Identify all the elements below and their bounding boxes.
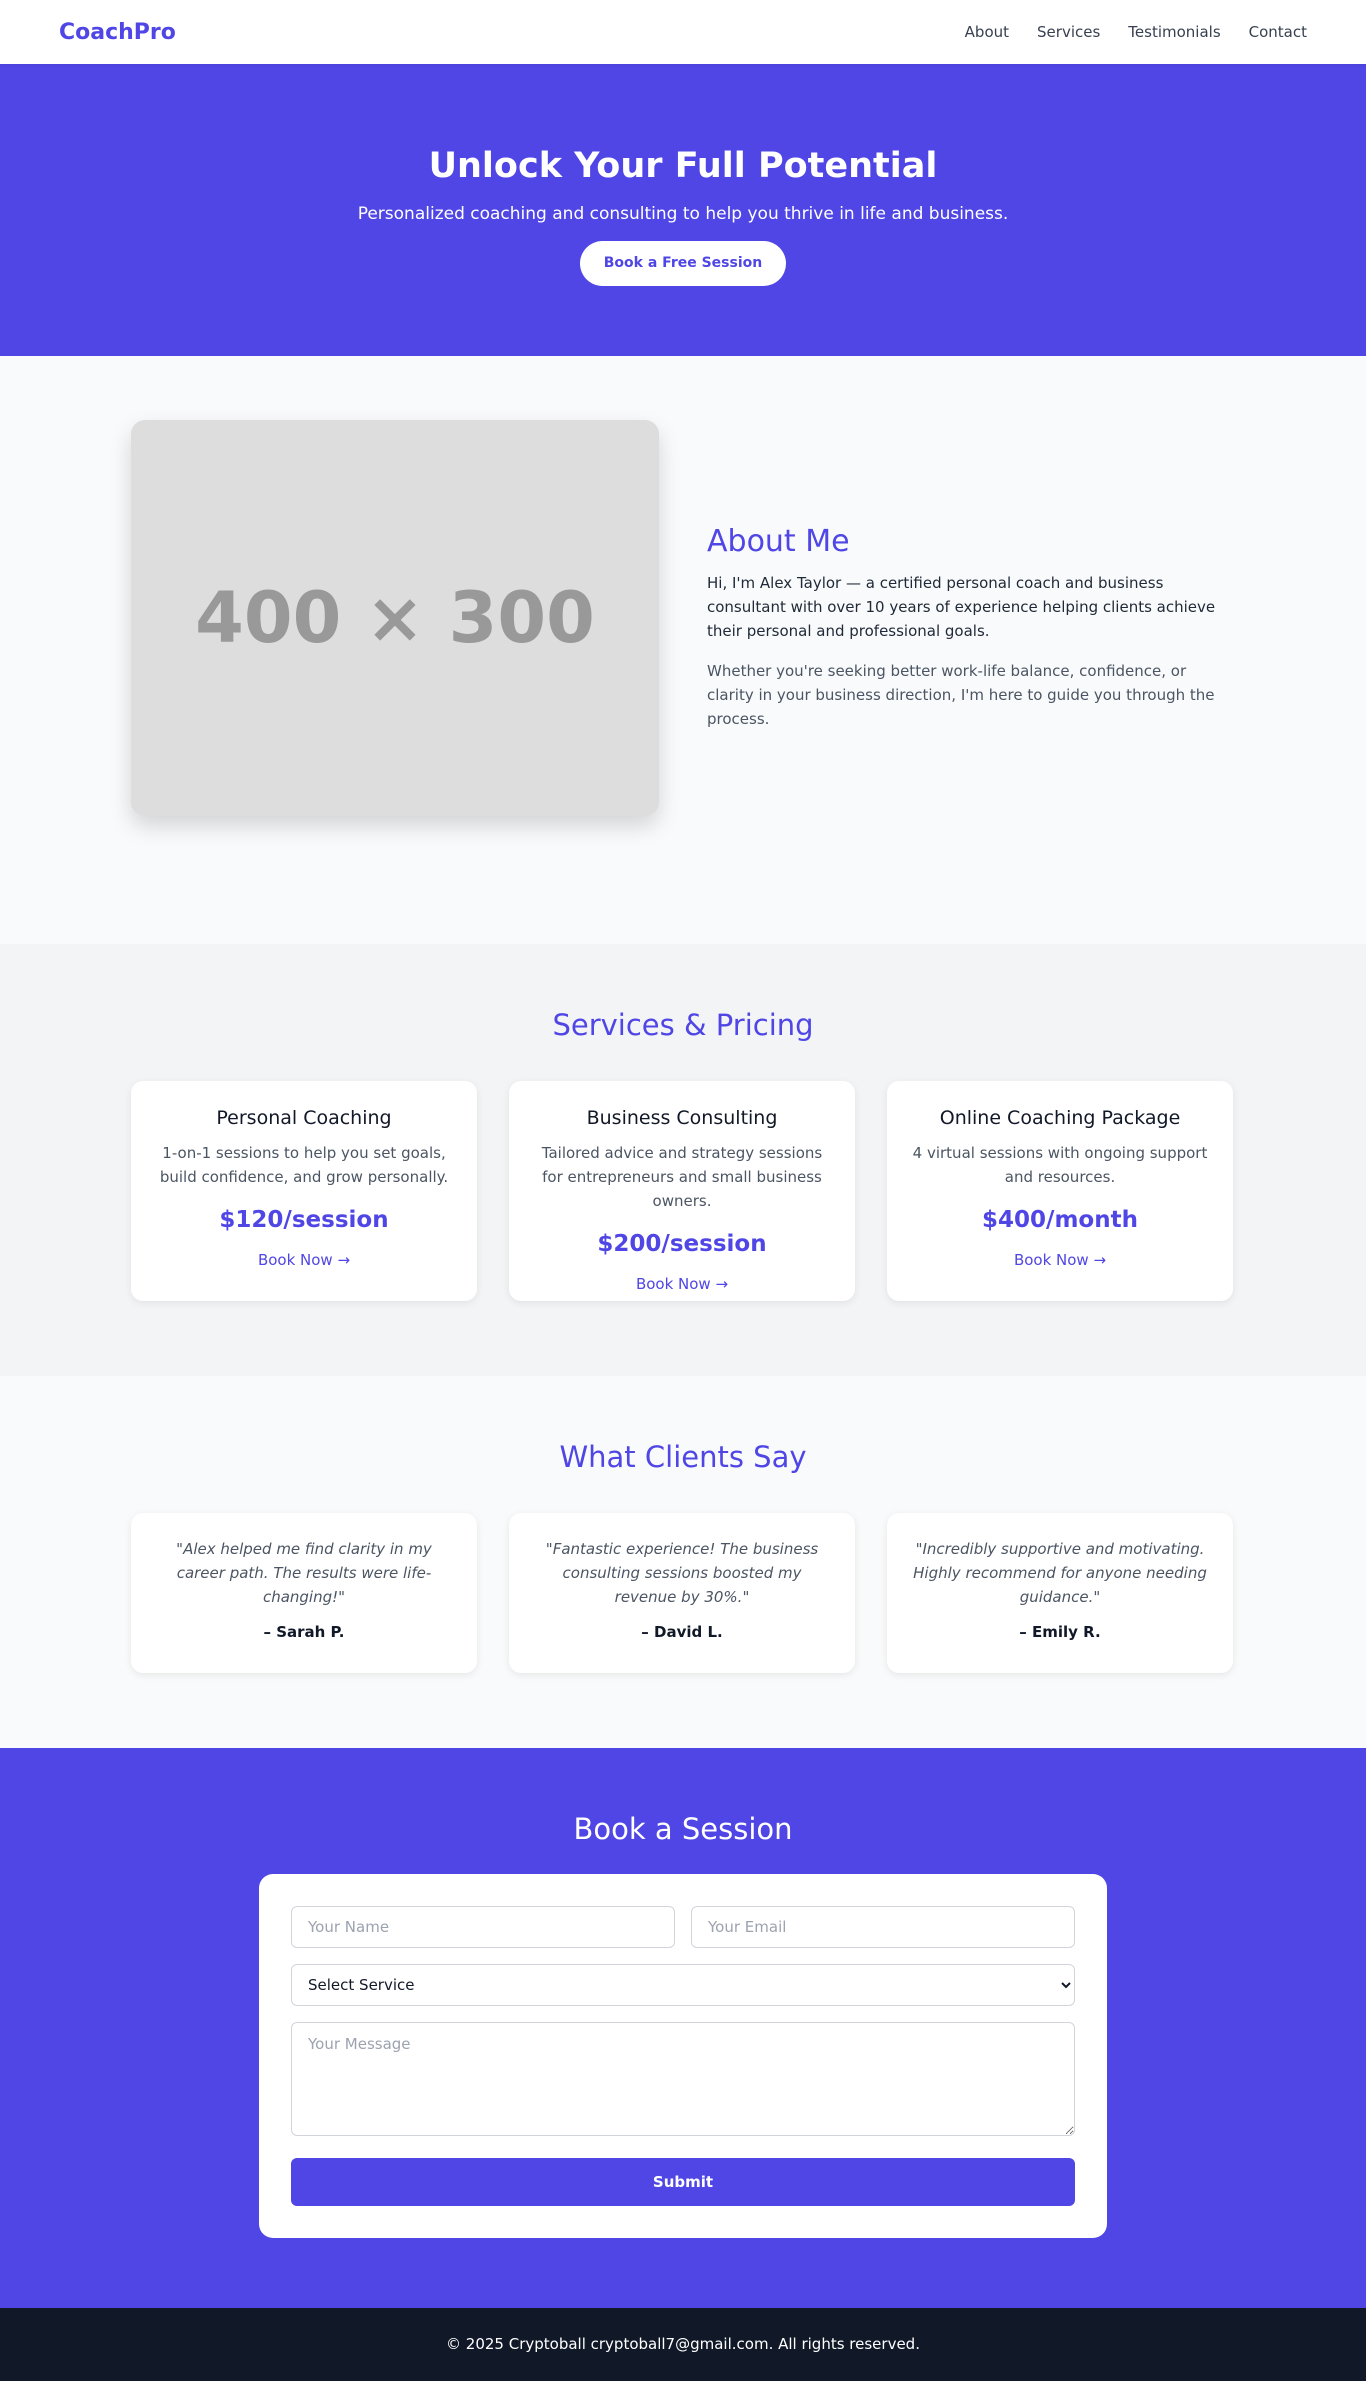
service-price: $400/month [982,1207,1138,1233]
book-now-link[interactable]: Book Now → [911,1251,1209,1269]
services-cards: Personal Coaching 1-on-1 sessions to hel… [131,1081,1235,1301]
about-section: 400 × 300 About Me Hi, I'm Alex Taylor —… [0,356,1366,944]
hero-section: Unlock Your Full Potential Personalized … [0,64,1366,356]
top-nav: CoachPro About Services Testimonials Con… [0,0,1366,64]
submit-button[interactable]: Submit [291,2158,1075,2206]
testimonial-quote: "Incredibly supportive and motivating. H… [913,1540,1207,1606]
testimonials-title: What Clients Say [559,1440,807,1474]
testimonial-card: "Incredibly supportive and motivating. H… [887,1513,1233,1673]
service-description: 4 virtual sessions with ongoing support … [912,1144,1208,1186]
site-footer: © 2025 Cryptoball cryptoball7@gmail.com.… [0,2308,1366,2381]
hero-title: Unlock Your Full Potential [428,146,938,186]
name-input[interactable] [291,1906,675,1948]
nav-link-contact[interactable]: Contact [1249,23,1307,41]
testimonial-card: "Fantastic experience! The business cons… [509,1513,855,1673]
about-text: About Me Hi, I'm Alex Taylor — a certifi… [707,524,1237,731]
testimonial-author: – Emily R. [1019,1623,1101,1641]
testimonial-author: – Sarah P. [263,1623,345,1641]
service-description: 1-on-1 sessions to help you set goals, b… [159,1144,449,1186]
booking-form: Select Service Submit [259,1874,1107,2238]
testimonials-section: What Clients Say "Alex helped me find cl… [0,1376,1366,1748]
service-select[interactable]: Select Service [291,1964,1075,2006]
service-price: $200/session [597,1231,767,1257]
testimonial-quote: "Alex helped me find clarity in my caree… [176,1540,432,1606]
email-input[interactable] [691,1906,1075,1948]
nav-link-testimonials[interactable]: Testimonials [1128,23,1220,41]
book-now-link[interactable]: Book Now → [155,1251,453,1269]
testimonial-cards: "Alex helped me find clarity in my caree… [131,1513,1235,1673]
name-email-row [291,1906,1075,1948]
nav-link-about[interactable]: About [965,23,1009,41]
booking-section: Book a Session Select Service Submit [0,1748,1366,2308]
book-now-link[interactable]: Book Now → [533,1275,831,1293]
about-image-placeholder: 400 × 300 [131,420,659,816]
testimonial-author: – David L. [641,1623,723,1641]
service-name: Online Coaching Package [939,1107,1181,1129]
book-free-session-button[interactable]: Book a Free Session [579,241,787,286]
service-description: Tailored advice and strategy sessions fo… [541,1144,823,1210]
nav-links: About Services Testimonials Contact [965,23,1307,41]
services-section: Services & Pricing Personal Coaching 1-o… [0,944,1366,1376]
image-placeholder-label: 400 × 300 [195,577,595,659]
testimonial-card: "Alex helped me find clarity in my caree… [131,1513,477,1673]
about-paragraph-1: Hi, I'm Alex Taylor — a certified person… [707,574,1216,640]
services-title: Services & Pricing [552,1008,814,1042]
about-paragraph-2: Whether you're seeking better work-life … [707,662,1215,728]
nav-link-services[interactable]: Services [1037,23,1100,41]
service-card: Business Consulting Tailored advice and … [509,1081,855,1301]
message-textarea[interactable] [291,2022,1075,2136]
service-card: Online Coaching Package 4 virtual sessio… [887,1081,1233,1301]
booking-title: Book a Session [573,1812,793,1846]
about-title: About Me [707,524,850,559]
service-price: $120/session [219,1207,389,1233]
site-logo[interactable]: CoachPro [59,20,176,45]
service-name: Business Consulting [586,1107,778,1129]
service-name: Personal Coaching [216,1107,392,1129]
footer-copyright: © 2025 Cryptoball cryptoball7@gmail.com.… [446,2335,920,2353]
hero-subtitle: Personalized coaching and consulting to … [357,204,1009,224]
testimonial-quote: "Fantastic experience! The business cons… [545,1540,819,1606]
service-card: Personal Coaching 1-on-1 sessions to hel… [131,1081,477,1301]
